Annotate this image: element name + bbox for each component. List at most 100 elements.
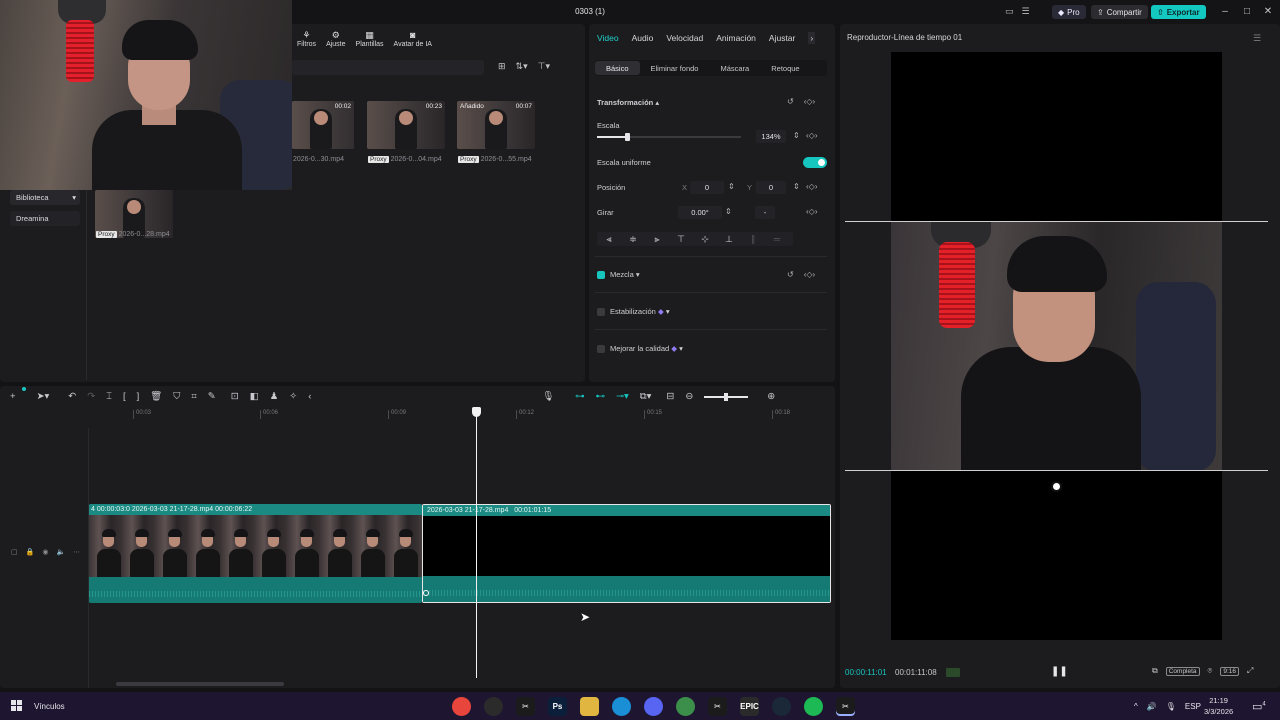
- tab-animation[interactable]: Animación: [716, 33, 756, 43]
- tab-ai-avatar[interactable]: ◙ Avatar de IA: [389, 30, 437, 48]
- freeze-icon[interactable]: ⊡: [231, 391, 239, 402]
- capcut-2-icon[interactable]: ✂: [708, 697, 727, 716]
- split-icon[interactable]: ⌶: [106, 391, 112, 402]
- align-middle-icon[interactable]: ⊹: [693, 234, 717, 245]
- trim-left-icon[interactable]: [: [123, 391, 126, 402]
- position-x-input[interactable]: 0: [690, 181, 724, 194]
- grid-view-icon[interactable]: ⊞: [498, 61, 506, 72]
- steam-icon[interactable]: [772, 697, 791, 716]
- playhead[interactable]: [476, 412, 477, 678]
- subtab-basic[interactable]: Básico: [595, 61, 640, 75]
- search-input[interactable]: [292, 60, 484, 75]
- capcut-active-icon[interactable]: ✂: [836, 697, 855, 716]
- enhance-label[interactable]: Mejorar la calidad ◆ ▾: [610, 344, 683, 353]
- linkage-icon[interactable]: ⊸▾: [616, 391, 629, 402]
- keyframe-icon[interactable]: ‹◇›: [806, 182, 817, 191]
- chevron-up-icon[interactable]: ^: [1134, 702, 1138, 711]
- tab-audio[interactable]: Audio: [632, 33, 654, 43]
- scale-slider-handle[interactable]: [625, 133, 631, 141]
- magic-icon[interactable]: ✧: [289, 391, 297, 402]
- mirror-icon[interactable]: ◧: [250, 391, 259, 402]
- chevron-right-icon[interactable]: ›: [808, 32, 816, 44]
- export-button[interactable]: ⇧ Exportar: [1151, 5, 1206, 19]
- link-icon[interactable]: ⊶: [575, 391, 585, 402]
- keyframe-icon[interactable]: ‹◇›: [804, 270, 815, 279]
- tab-filters[interactable]: ⚘ Filtros: [292, 30, 321, 48]
- trim-right-icon[interactable]: ]: [137, 391, 140, 402]
- media-item[interactable]: 00:23: [367, 101, 445, 149]
- tab-speed[interactable]: Velocidad: [666, 33, 703, 43]
- stepper-icon[interactable]: ⇕: [728, 182, 735, 191]
- blend-label[interactable]: Mezcla ▾: [610, 270, 640, 279]
- sidebar-item-library[interactable]: Biblioteca ▾: [10, 190, 80, 205]
- select-tool-icon[interactable]: ➤▾: [37, 391, 50, 402]
- sort-icon[interactable]: ⇅▾: [516, 61, 528, 72]
- align-right-icon[interactable]: ⫸: [645, 234, 669, 245]
- obs-icon[interactable]: [484, 697, 503, 716]
- keyframe-icon[interactable]: ‹◇›: [806, 207, 817, 216]
- zoom-in-icon[interactable]: ⊕: [767, 391, 775, 402]
- align-center-icon[interactable]: ≑: [621, 234, 645, 245]
- tab-video[interactable]: Video: [597, 33, 619, 43]
- edge-icon[interactable]: [612, 697, 631, 716]
- speaker-icon[interactable]: 🔈: [56, 548, 65, 556]
- zoom-slider[interactable]: [704, 392, 749, 401]
- eye-icon[interactable]: ◉: [42, 548, 48, 556]
- add-track-icon[interactable]: +: [10, 391, 16, 402]
- uniform-scale-toggle[interactable]: [803, 157, 827, 168]
- photoshop-icon[interactable]: Ps: [548, 697, 567, 716]
- media-item[interactable]: Añadido 00:07: [457, 101, 535, 149]
- menu-icon[interactable]: ☰: [1253, 33, 1261, 44]
- draw-icon[interactable]: ✎: [208, 391, 216, 402]
- align-bottom-icon[interactable]: ⊥: [717, 234, 741, 245]
- timeline-ruler[interactable]: 00:03 00:06 00:09 00:12 00:15 00:18: [88, 407, 832, 419]
- zoom-out-icon[interactable]: ⊖: [685, 391, 693, 402]
- sidebar-item-dreamina[interactable]: Dreamina: [10, 211, 80, 226]
- close-icon[interactable]: ✕: [1261, 5, 1275, 19]
- undo-icon[interactable]: ↶: [68, 391, 76, 402]
- mic-tray-icon[interactable]: 🎙: [1166, 702, 1176, 711]
- shield-icon[interactable]: ⛉: [173, 391, 180, 402]
- share-button[interactable]: ⇪ Compartir: [1091, 5, 1148, 19]
- keyframe-icon[interactable]: ‹◇›: [806, 131, 817, 140]
- reset-icon[interactable]: ↺: [787, 270, 794, 279]
- file-explorer-icon[interactable]: [580, 697, 599, 716]
- horizontal-scrollbar[interactable]: [116, 682, 284, 686]
- subtab-mask[interactable]: Máscara: [709, 61, 760, 75]
- microphone-icon[interactable]: 🎙: [542, 391, 554, 402]
- maximize-icon[interactable]: □: [1240, 5, 1254, 19]
- scale-input[interactable]: 134%: [756, 130, 786, 143]
- stepper-icon[interactable]: ⇕: [725, 207, 732, 216]
- minimize-icon[interactable]: –: [1218, 5, 1232, 19]
- align-top-icon[interactable]: ⊤: [669, 234, 693, 245]
- rotate-handle-icon[interactable]: [1051, 481, 1062, 492]
- tab-adjust-clip[interactable]: Ajustar: [769, 33, 795, 43]
- clock[interactable]: 21:19 3/3/2026: [1204, 695, 1233, 717]
- list-layout-icon[interactable]: ☰: [1022, 6, 1030, 17]
- capcut-icon[interactable]: ✂: [516, 697, 535, 716]
- notifications-icon[interactable]: ▭4: [1252, 700, 1266, 713]
- subtab-retouch[interactable]: Retoque: [760, 61, 810, 75]
- video-frame[interactable]: [891, 222, 1222, 470]
- windows-start-icon[interactable]: [11, 700, 23, 712]
- cover-icon[interactable]: ▢: [11, 548, 18, 556]
- enhance-checkbox[interactable]: [597, 345, 605, 353]
- magnet-icon[interactable]: ⊷: [596, 391, 606, 402]
- more-icon[interactable]: ⋯: [73, 548, 80, 556]
- volume-icon[interactable]: 🔊: [1147, 702, 1157, 711]
- volume-keyframe-icon[interactable]: [423, 590, 429, 596]
- delete-icon[interactable]: 🗑: [150, 391, 162, 402]
- pause-icon[interactable]: ❚❚: [1051, 666, 1068, 677]
- fullscreen-icon[interactable]: ⤢: [1247, 666, 1253, 676]
- crop-icon[interactable]: ⧉: [1152, 666, 1158, 676]
- cutout-icon[interactable]: ♟: [270, 391, 279, 402]
- snapshot-icon[interactable]: ⌾: [1208, 666, 1213, 676]
- stabilize-checkbox[interactable]: [597, 308, 605, 316]
- quality-button[interactable]: Completa: [1165, 666, 1200, 676]
- chrome-icon[interactable]: [452, 697, 471, 716]
- subtab-remove-bg[interactable]: Eliminar fondo: [640, 61, 710, 75]
- distribute-h-icon[interactable]: ∥: [741, 234, 765, 245]
- epic-games-icon[interactable]: EPIC: [740, 697, 759, 716]
- collapse-icon[interactable]: ‹: [308, 391, 311, 402]
- caption-icon[interactable]: ⊟: [666, 391, 674, 402]
